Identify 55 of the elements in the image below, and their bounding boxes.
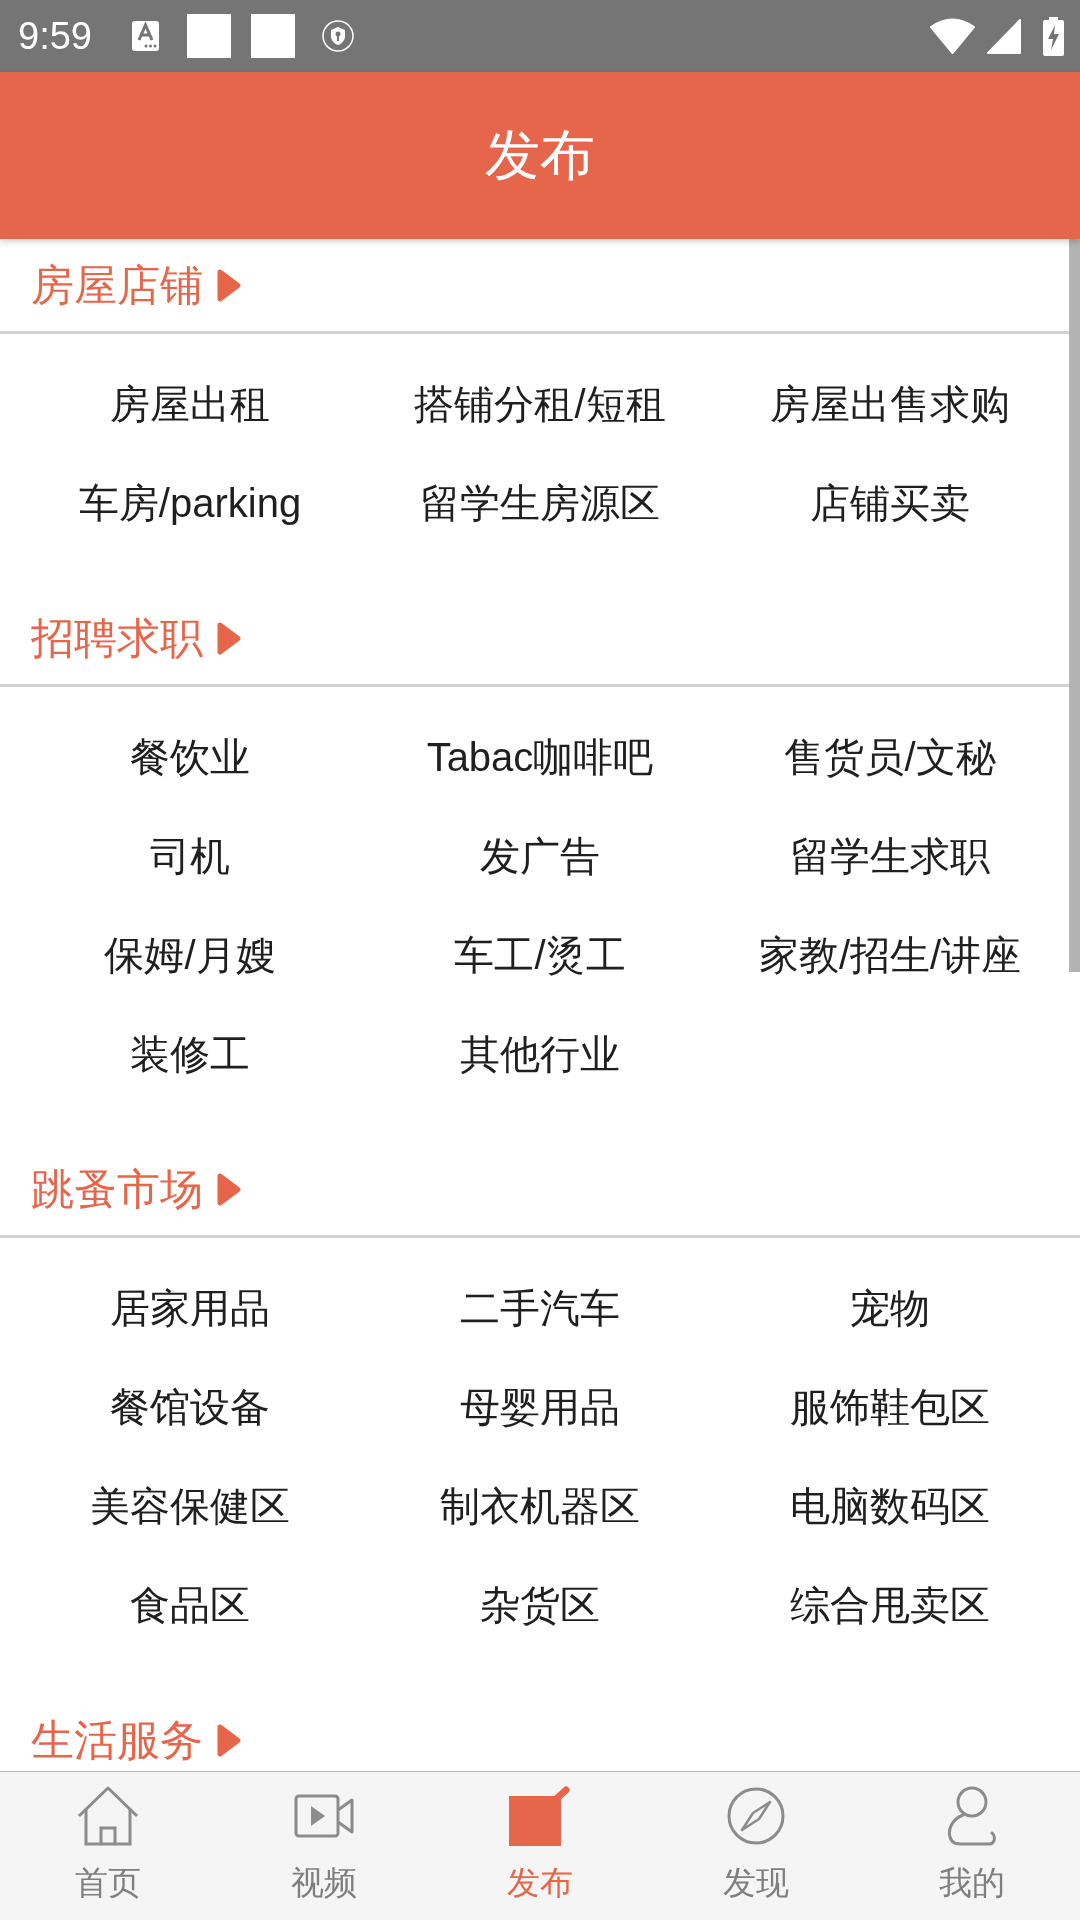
category-item[interactable]: 搭铺分租/短租 <box>414 378 666 429</box>
category-item[interactable]: 家教/招生/讲座 <box>758 929 1022 980</box>
category-item[interactable]: 其他行业 <box>460 1028 620 1079</box>
category-item[interactable]: 留学生求职 <box>790 830 990 881</box>
edit-icon <box>509 1786 571 1846</box>
category-item[interactable]: 电脑数码区 <box>790 1480 990 1531</box>
triangle-icon <box>217 621 241 655</box>
nav-tab[interactable]: 发现 <box>648 1772 864 1920</box>
section-title: 招聘求职 <box>31 616 203 660</box>
square-icon <box>186 14 231 58</box>
category-item[interactable]: 保姆/月嫂 <box>104 929 276 980</box>
clock-time: 9:59 <box>18 17 92 55</box>
triangle-icon <box>217 1172 241 1206</box>
battery-charging-icon <box>1043 16 1064 56</box>
category-item[interactable]: 发广告 <box>480 830 600 881</box>
square-icon <box>250 14 295 58</box>
video-camera-icon <box>294 1794 354 1838</box>
section-title: 房屋店铺 <box>31 263 203 307</box>
category-item[interactable]: 母婴用品 <box>460 1381 620 1432</box>
category-item[interactable]: Tabac咖啡吧 <box>426 731 654 782</box>
category-item[interactable]: 留学生房源区 <box>420 477 660 528</box>
category-item[interactable]: 房屋出租 <box>110 378 270 429</box>
category-item[interactable]: 餐饮业 <box>130 731 250 782</box>
category-item[interactable]: 杂货区 <box>480 1579 600 1630</box>
nav-tab[interactable]: 视频 <box>216 1772 432 1920</box>
category-item[interactable]: 售货员/文秘 <box>784 731 996 782</box>
nav-tab[interactable]: 我的 <box>864 1772 1080 1920</box>
category-item[interactable]: 店铺买卖 <box>810 477 970 528</box>
category-item[interactable]: 服饰鞋包区 <box>790 1381 990 1432</box>
category-item[interactable]: 宠物 <box>850 1282 930 1333</box>
wifi-icon <box>930 18 975 54</box>
user-icon <box>947 1786 997 1846</box>
category-item[interactable]: 美容保健区 <box>90 1480 290 1531</box>
triangle-icon <box>217 268 241 302</box>
nav-tab[interactable]: 首页 <box>0 1772 216 1920</box>
house-icon <box>77 1786 139 1846</box>
triangle-icon <box>217 1723 241 1757</box>
category-item[interactable]: 装修工 <box>130 1028 250 1079</box>
text-input-icon <box>131 21 159 51</box>
compass-icon <box>727 1787 785 1845</box>
category-item[interactable]: 车房/parking <box>78 477 302 528</box>
section-title: 跳蚤市场 <box>31 1167 203 1211</box>
signal-icon <box>987 18 1021 54</box>
category-item[interactable]: 司机 <box>150 830 230 881</box>
category-item[interactable]: 居家用品 <box>110 1282 270 1333</box>
category-item[interactable]: 食品区 <box>130 1579 250 1630</box>
section-title: 生活服务 <box>31 1718 203 1762</box>
shield-icon <box>321 20 354 52</box>
page-title: 发布 <box>485 128 595 183</box>
category-item[interactable]: 综合甩卖区 <box>790 1579 990 1630</box>
category-item[interactable]: 二手汽车 <box>460 1282 620 1333</box>
category-item[interactable]: 制衣机器区 <box>440 1480 640 1531</box>
category-item[interactable]: 房屋出售求购 <box>770 378 1010 429</box>
category-item[interactable]: 车工/烫工 <box>454 929 626 980</box>
category-item[interactable]: 餐馆设备 <box>110 1381 270 1432</box>
